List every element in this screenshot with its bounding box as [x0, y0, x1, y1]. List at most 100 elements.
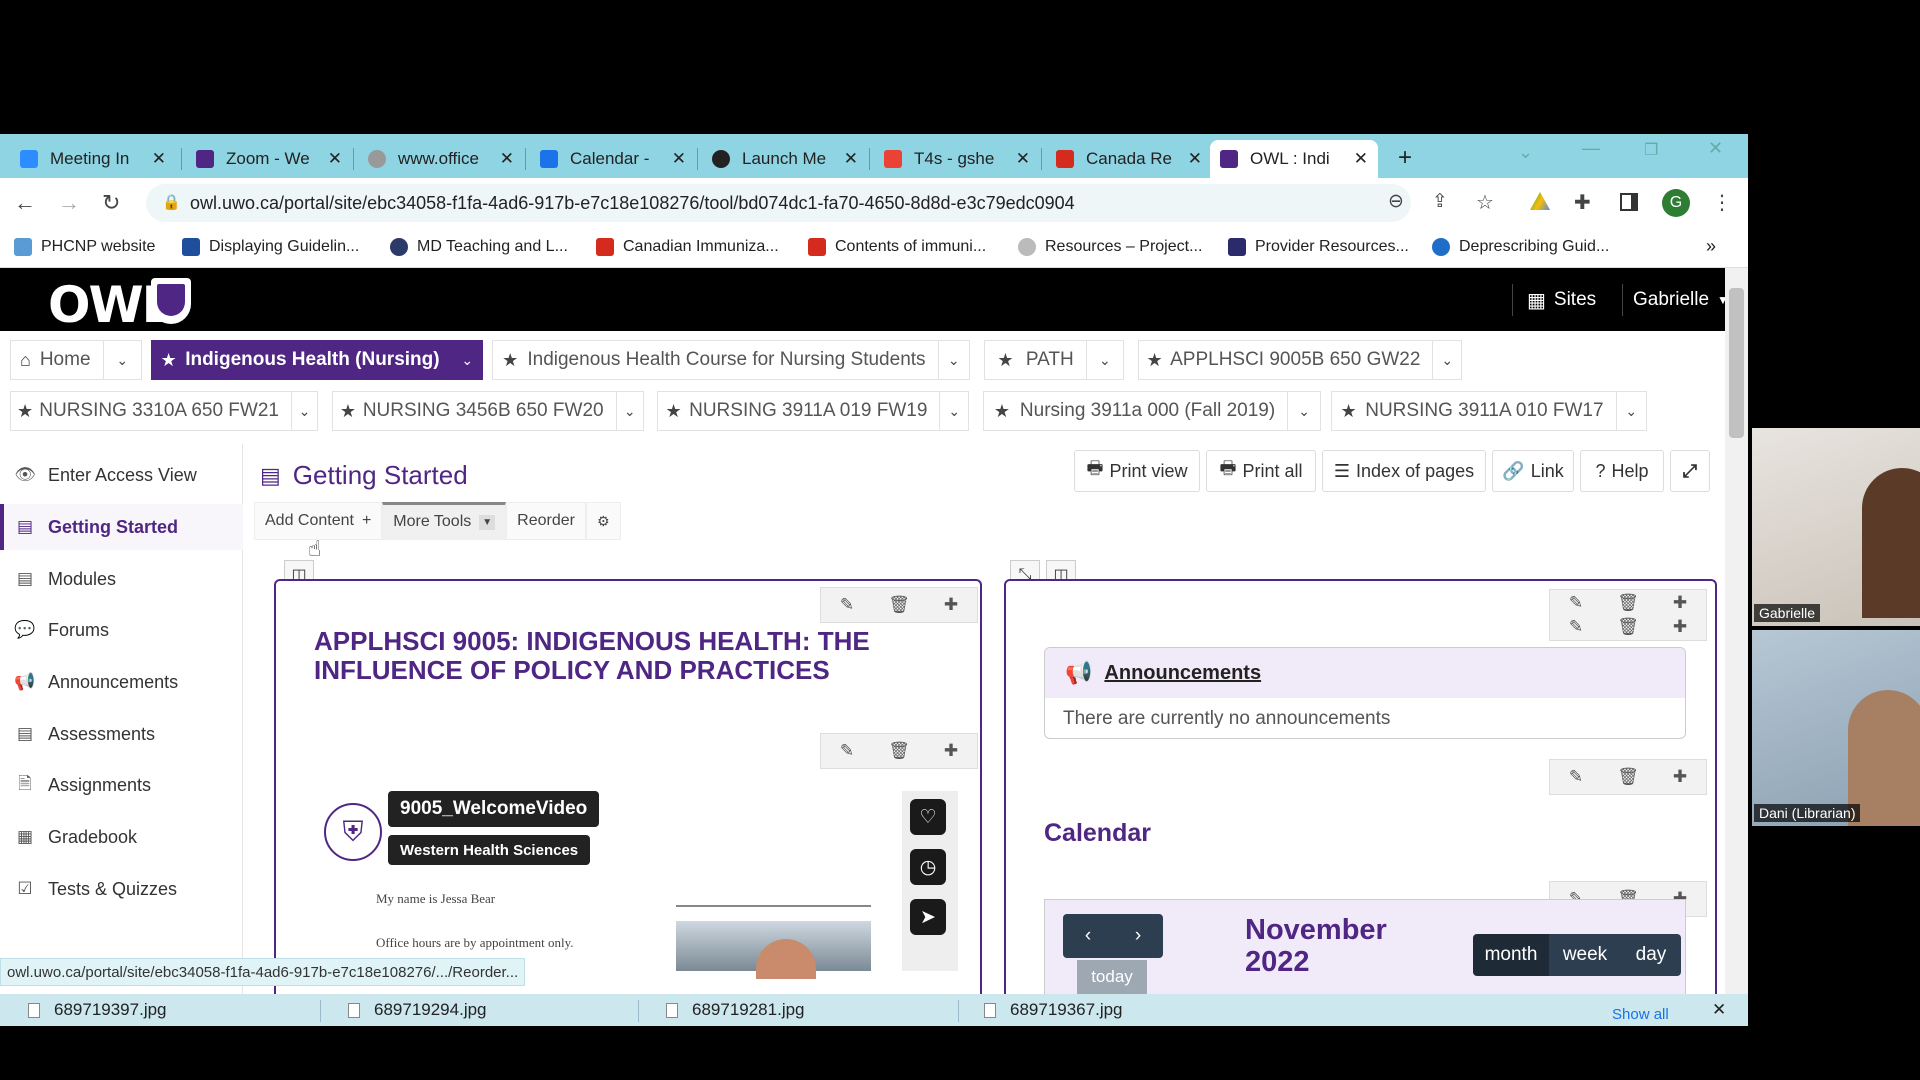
plus-icon[interactable]: ✚	[1654, 617, 1706, 637]
tool-getting-started[interactable]: ▤ Getting Started	[0, 504, 243, 550]
site-tab-nursing-3456b[interactable]: ★ NURSING 3456B 650 FW20 ⌄	[332, 391, 644, 431]
download-item[interactable]: 689719281.jpg	[666, 1000, 805, 1020]
reload-icon[interactable]: ↻	[102, 190, 120, 216]
index-of-pages-button[interactable]: ☰ Index of pages	[1322, 450, 1486, 492]
star-icon[interactable]: ★	[333, 401, 363, 422]
tab-owl[interactable]: OWL : Indi ✕	[1210, 140, 1378, 178]
drive-icon[interactable]	[1530, 192, 1550, 210]
zoom-icon[interactable]: ⊖	[1388, 190, 1404, 213]
bookmark-item[interactable]: PHCNP website	[14, 238, 155, 256]
bookmark-item[interactable]: Canadian Immuniza...	[596, 238, 779, 256]
chevron-down-icon[interactable]: ⌄	[615, 392, 643, 430]
maximize-button[interactable]: ❐	[1644, 140, 1658, 160]
more-bookmarks-icon[interactable]: »	[1706, 236, 1716, 257]
tool-forums[interactable]: 💬 Forums	[0, 607, 243, 653]
site-tab-nursing-3911a-010[interactable]: ★ NURSING 3911A 010 FW17 ⌄	[1331, 391, 1647, 431]
close-icon[interactable]: ✕	[1712, 1000, 1726, 1020]
chevron-down-icon[interactable]: ⌄	[1615, 392, 1646, 430]
star-icon[interactable]: ★	[985, 350, 1026, 371]
star-icon[interactable]: ★	[984, 401, 1020, 422]
trash-icon[interactable]: 🗑	[1602, 767, 1654, 787]
star-icon[interactable]: ★	[493, 350, 527, 371]
bookmark-star-icon[interactable]: ☆	[1476, 190, 1494, 215]
show-all-downloads-link[interactable]: Show all	[1612, 1006, 1669, 1023]
extensions-icon[interactable]: ✚	[1574, 190, 1591, 215]
site-tab-indigenous-health-nursing[interactable]: ★ Indigenous Health (Nursing) ⌄	[151, 340, 483, 380]
close-icon[interactable]: ✕	[672, 149, 686, 169]
profile-avatar[interactable]: G	[1662, 189, 1690, 217]
site-tab-nursing-3911a-000[interactable]: ★ Nursing 3911a 000 (Fall 2019) ⌄	[983, 391, 1321, 431]
edit-icon[interactable]: ✎	[1550, 593, 1602, 613]
trash-icon[interactable]: 🗑	[873, 595, 925, 615]
chevron-left-icon[interactable]: ‹	[1063, 914, 1113, 958]
close-icon[interactable]: ✕	[1354, 149, 1368, 169]
bookmark-item[interactable]: Contents of immuni...	[808, 238, 986, 256]
user-menu[interactable]: Gabrielle ▼	[1622, 284, 1729, 316]
edit-icon[interactable]: ✎	[1550, 767, 1602, 787]
chevron-down-icon[interactable]: ⌄	[1085, 341, 1123, 379]
minimize-button[interactable]: —	[1582, 138, 1600, 159]
tool-assignments[interactable]: 🗎 Assignments	[0, 762, 243, 808]
close-icon[interactable]: ✕	[152, 149, 166, 169]
help-button[interactable]: ? Help	[1580, 450, 1664, 492]
star-icon[interactable]: ★	[152, 350, 185, 371]
close-icon[interactable]: ✕	[1188, 149, 1202, 169]
plus-icon[interactable]: ✚	[925, 741, 977, 761]
bookmark-item[interactable]: Provider Resources...	[1228, 238, 1409, 256]
bookmark-item[interactable]: Displaying Guidelin...	[182, 238, 359, 256]
close-icon[interactable]: ✕	[328, 149, 342, 169]
month-view-button[interactable]: month	[1473, 934, 1549, 976]
site-tab-home[interactable]: ⌂ Home ⌄	[10, 340, 142, 380]
forward-icon[interactable]: →	[58, 190, 80, 216]
tab-canada[interactable]: Canada Re ✕	[1046, 140, 1212, 178]
chevron-down-icon[interactable]: ⌄	[451, 341, 482, 379]
scrollbar-thumb[interactable]	[1729, 288, 1744, 438]
chevron-down-icon[interactable]: ⌄	[937, 341, 969, 379]
trash-icon[interactable]: 🗑	[1602, 617, 1654, 637]
site-tab-applhsci[interactable]: ★ APPLHSCI 9005B 650 GW22 ⌄	[1138, 340, 1462, 380]
tab-search-icon[interactable]: ⌄	[1518, 142, 1533, 163]
close-icon[interactable]: ✕	[1016, 149, 1030, 169]
tab-zoom[interactable]: Zoom - We ✕	[186, 140, 352, 178]
tab-calendar[interactable]: Calendar - ✕	[530, 140, 696, 178]
menu-icon[interactable]: ⋮	[1712, 190, 1732, 215]
share-icon[interactable]: ⇪	[1432, 190, 1448, 213]
clock-icon[interactable]: ◷	[910, 849, 946, 885]
tool-assessments[interactable]: ▤ Assessments	[0, 711, 243, 757]
week-view-button[interactable]: week	[1549, 934, 1621, 976]
tab-launch[interactable]: Launch Me ✕	[702, 140, 868, 178]
edit-icon[interactable]: ✎	[1550, 617, 1602, 637]
star-icon[interactable]: ★	[658, 401, 689, 422]
announcements-link[interactable]: Announcements	[1104, 662, 1261, 685]
site-tab-nursing-3310a[interactable]: ★ NURSING 3310A 650 FW21 ⌄	[10, 391, 318, 431]
welcome-video-embed[interactable]: ⛨ 9005_WelcomeVideo Western Health Scien…	[296, 791, 958, 1026]
tab-meeting[interactable]: Meeting In ✕	[10, 140, 176, 178]
today-button[interactable]: today	[1077, 960, 1147, 994]
more-tools-button[interactable]: More Tools ▼	[382, 502, 507, 540]
page-scrollbar[interactable]	[1725, 268, 1748, 1026]
plus-icon[interactable]: ✚	[1654, 767, 1706, 787]
site-tab-nursing-3911a-019[interactable]: ★ NURSING 3911A 019 FW19 ⌄	[657, 391, 969, 431]
add-content-button[interactable]: Add Content +	[254, 502, 383, 540]
chevron-down-icon[interactable]: ⌄	[102, 341, 141, 379]
edit-icon[interactable]: ✎	[821, 741, 873, 761]
plus-icon[interactable]: ✚	[1654, 593, 1706, 613]
tool-tests-quizzes[interactable]: ☑ Tests & Quizzes	[0, 866, 243, 912]
print-view-button[interactable]: 🖶 Print view	[1074, 450, 1200, 492]
bookmark-item[interactable]: Deprescribing Guid...	[1432, 238, 1609, 256]
tool-modules[interactable]: ▤ Modules	[0, 556, 243, 602]
chevron-down-icon[interactable]: ⌄	[290, 392, 317, 430]
chevron-down-icon[interactable]: ⌄	[1432, 341, 1461, 379]
settings-gear-icon[interactable]: ⚙	[585, 502, 621, 540]
download-item[interactable]: 689719397.jpg	[28, 1000, 167, 1020]
trash-icon[interactable]: 🗑	[873, 741, 925, 761]
site-tab-indigenous-course[interactable]: ★ Indigenous Health Course for Nursing S…	[492, 340, 970, 380]
print-all-button[interactable]: 🖶 Print all	[1206, 450, 1316, 492]
chevron-down-icon[interactable]: ⌄	[1287, 392, 1320, 430]
trash-icon[interactable]: 🗑	[1602, 593, 1654, 613]
download-item[interactable]: 689719367.jpg	[984, 1000, 1123, 1020]
site-tab-path[interactable]: ★ PATH ⌄	[984, 340, 1124, 380]
window-close-button[interactable]: ✕	[1708, 138, 1723, 159]
address-bar[interactable]: 🔒 owl.uwo.ca/portal/site/ebc34058-f1fa-4…	[146, 184, 1411, 222]
tool-enter-access-view[interactable]: 👁 Enter Access View	[0, 452, 243, 498]
